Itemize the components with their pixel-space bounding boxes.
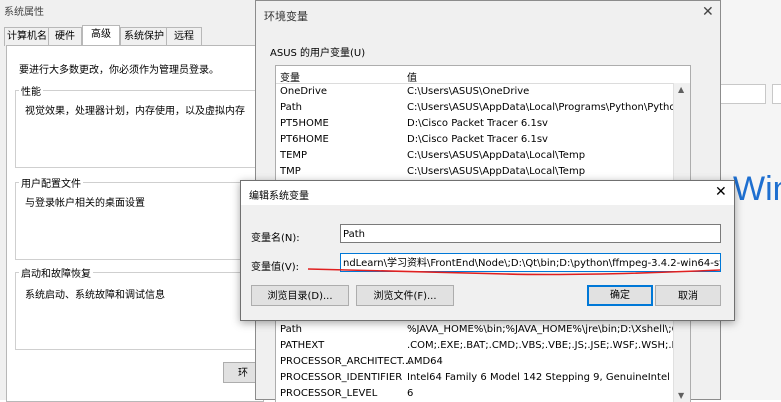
var-name: Path (280, 102, 302, 113)
table-header: 变量 值 (276, 66, 690, 84)
tab-system-protection[interactable]: 系统保护 (120, 27, 168, 46)
variable-name-input[interactable]: Path (340, 224, 721, 243)
user-variables-label: ASUS 的用户变量(U) (270, 48, 366, 59)
var-value: D:\Cisco Packet Tracer 6.1sv (407, 134, 548, 145)
var-name: PT5HOME (280, 118, 329, 129)
browse-directory-button[interactable]: 浏览目录(D)... (251, 285, 349, 306)
table-row[interactable]: OneDrive C:\Users\ASUS\OneDrive (276, 84, 690, 100)
var-name: OneDrive (280, 86, 328, 97)
close-icon[interactable]: ✕ (715, 184, 727, 200)
var-name: PT6HOME (280, 134, 329, 145)
edit-system-variable-dialog: 编辑系统变量 ✕ 变量名(N): Path 变量值(V): ndLearn\学习… (240, 180, 735, 321)
scrollbar[interactable]: ▼ (673, 320, 690, 402)
table-row[interactable]: Path C:\Users\ASUS\AppData\Local\Programs… (276, 100, 690, 116)
table-row[interactable]: TMP C:\Users\ASUS\AppData\Local\Temp (276, 164, 690, 180)
var-value: C:\Users\ASUS\AppData\Local\Temp (407, 166, 586, 177)
tab-computer-name[interactable]: 计算机名 (4, 27, 50, 46)
var-name: PROCESSOR_ARCHITECT... (280, 356, 412, 367)
var-value: AMD64 (407, 356, 443, 367)
startup-recovery-label: 启动和故障恢复 (19, 265, 93, 280)
column-header-variable: 变量 (280, 73, 300, 84)
var-value: Intel64 Family 6 Model 142 Stepping 9, G… (407, 372, 670, 383)
background-heading-partial: Win (733, 170, 781, 208)
close-icon[interactable]: ✕ (702, 4, 714, 20)
advanced-panel: 要进行大多数更改，你必须作为管理员登录。 性能 视觉效果，处理器计划，内存使用，… (6, 45, 264, 402)
var-value: D:\Cisco Packet Tracer 6.1sv (407, 118, 548, 129)
startup-recovery-desc: 系统启动、系统故障和调试信息 (25, 290, 165, 301)
var-name: Path (280, 324, 302, 335)
cancel-button[interactable]: 取消 (655, 285, 721, 306)
startup-recovery-group (15, 272, 261, 350)
table-row[interactable]: PROCESSOR_ARCHITECT... AMD64 (276, 354, 690, 370)
dialog-titlebar (241, 181, 734, 205)
var-name: PATHEXT (280, 340, 325, 351)
user-variables-table[interactable]: 变量 值 OneDrive C:\Users\ASUS\OneDrive Path… (275, 65, 691, 185)
scroll-down-icon[interactable]: ▼ (678, 391, 684, 400)
scroll-up-icon[interactable]: ▲ (678, 85, 684, 94)
system-properties-window: 系统属性 计算机名 硬件 高级 系统保护 远程 要进行大多数更改，你必须作为管理… (0, 0, 264, 402)
dialog-title: 环境变量 (264, 10, 308, 23)
var-value: C:\Users\ASUS\AppData\Local\Temp (407, 150, 586, 161)
window-title: 系统属性 (4, 7, 44, 18)
table-row[interactable]: PATHEXT .COM;.EXE;.BAT;.CMD;.VBS;.VBE;.JS… (276, 338, 690, 354)
var-value: C:\Users\ASUS\OneDrive (407, 86, 530, 97)
table-row[interactable]: TEMP C:\Users\ASUS\AppData\Local\Temp (276, 148, 690, 164)
user-profiles-desc: 与登录帐户相关的桌面设置 (25, 198, 145, 209)
annotation-underline (307, 268, 721, 276)
ok-button[interactable]: 确定 (587, 285, 653, 306)
table-row[interactable]: Path %JAVA_HOME%\bin;%JAVA_HOME%\jre\bin;… (276, 322, 690, 338)
table-row[interactable]: PT5HOME D:\Cisco Packet Tracer 6.1sv (276, 116, 690, 132)
admin-note: 要进行大多数更改，你必须作为管理员登录。 (19, 65, 219, 76)
table-row[interactable]: PROCESSOR_IDENTIFIER Intel64 Family 6 Mod… (276, 370, 690, 386)
var-value: %JAVA_HOME%\bin;%JAVA_HOME%\jre\bin;D:\X… (407, 324, 691, 335)
column-header-value: 值 (407, 73, 417, 84)
var-value: 6 (407, 388, 414, 399)
dialog-title: 编辑系统变量 (249, 191, 309, 202)
variable-name-label: 变量名(N): (251, 233, 300, 244)
scrollbar[interactable]: ▲ (673, 83, 690, 184)
tab-advanced[interactable]: 高级 (82, 25, 120, 47)
tab-hardware[interactable]: 硬件 (48, 27, 82, 46)
system-variables-table[interactable]: Path %JAVA_HOME%\bin;%JAVA_HOME%\jre\bin;… (275, 319, 691, 402)
performance-label: 性能 (19, 83, 43, 98)
table-row[interactable]: PT6HOME D:\Cisco Packet Tracer 6.1sv (276, 132, 690, 148)
tab-remote[interactable]: 远程 (166, 27, 202, 46)
var-value: .COM;.EXE;.BAT;.CMD;.VBS;.VBE;.JS;.JSE;.… (407, 340, 691, 351)
var-name: TEMP (280, 150, 308, 161)
variable-value-label: 变量值(V): (251, 262, 300, 273)
performance-desc: 视觉效果，处理器计划，内存使用，以及虚拟内存 (25, 106, 245, 117)
user-profiles-label: 用户配置文件 (19, 175, 83, 190)
var-name: PROCESSOR_IDENTIFIER (280, 372, 403, 383)
var-name: PROCESSOR_LEVEL (280, 388, 378, 399)
background-field-small (772, 84, 781, 104)
background-field (720, 84, 766, 104)
browse-file-button[interactable]: 浏览文件(F)... (356, 285, 454, 306)
var-name: TMP (280, 166, 301, 177)
var-value: C:\Users\ASUS\AppData\Local\Programs\Pyt… (407, 102, 691, 113)
